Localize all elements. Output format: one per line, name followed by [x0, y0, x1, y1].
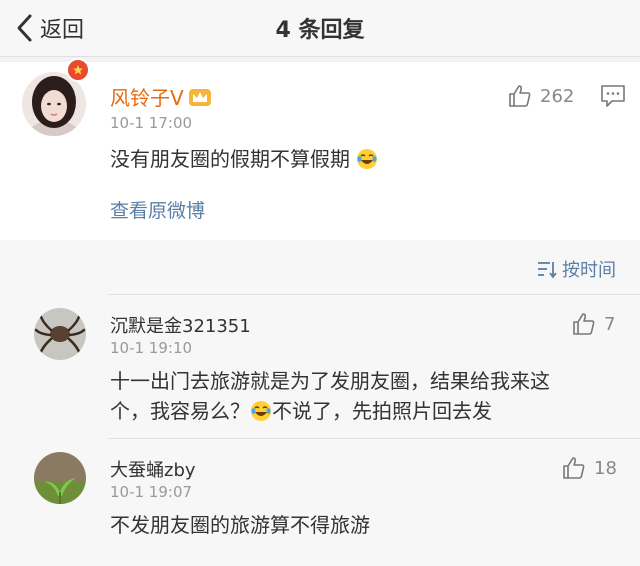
view-original-weibo-link[interactable]: 查看原微博 — [110, 196, 205, 223]
comment-text: 没有朋友圈的假期不算假期 — [110, 144, 378, 174]
reply-author[interactable]: 大蚕蛹zby — [110, 456, 196, 482]
reply-time: 10-1 19:10 — [110, 339, 193, 357]
reply-text-segment: 个，我容易么？ — [110, 399, 250, 423]
reply-text-segment: 不说了，先拍照片回去发 — [272, 399, 492, 423]
thumbs-up-icon — [509, 85, 531, 107]
sort-icon — [538, 262, 557, 279]
comment-author[interactable]: 风铃子V — [110, 82, 212, 111]
reply-text-line: 个，我容易么？ 不说了，先拍照片回去发 — [110, 396, 550, 426]
comment-time: 10-1 17:00 — [110, 114, 193, 132]
reply-text: 十一出门去旅游就是为了发朋友圈，结果给我来这 个，我容易么？ 不说了，先拍照片回… — [110, 366, 550, 426]
username[interactable]: 风铃子V — [110, 82, 184, 111]
like-button[interactable]: 262 — [508, 84, 574, 108]
reply-author[interactable]: 沉默是金321351 — [110, 312, 251, 338]
comment-text-body: 没有朋友圈的假期不算假期 — [110, 147, 350, 171]
thumbs-up-icon — [563, 457, 585, 479]
reply-button[interactable] — [600, 84, 626, 108]
nav-bar: 返回 4 条回复 — [0, 0, 640, 57]
like-button[interactable]: 18 — [562, 456, 617, 480]
page-title: 4 条回复 — [275, 18, 365, 43]
avatar[interactable] — [34, 308, 86, 360]
reply-time: 10-1 19:07 — [110, 483, 193, 501]
like-button[interactable]: 7 — [572, 312, 615, 336]
reply-text: 不发朋友圈的旅游算不得旅游 — [110, 513, 370, 537]
sort-label: 按时间 — [562, 260, 616, 281]
sort-by-time-button[interactable]: 按时间 — [536, 256, 616, 282]
avatar[interactable] — [34, 452, 86, 504]
divider — [108, 294, 640, 295]
like-count: 18 — [594, 457, 617, 479]
comment-icon — [601, 85, 625, 107]
crown-icon — [188, 88, 211, 106]
laugh-cry-emoji-icon — [251, 401, 271, 421]
laugh-cry-emoji-icon — [357, 149, 378, 169]
divider — [108, 438, 640, 439]
like-count: 262 — [540, 85, 575, 107]
verified-badge-icon — [66, 58, 90, 82]
thumbs-up-icon — [573, 313, 595, 335]
reply-text-line: 十一出门去旅游就是为了发朋友圈，结果给我来这 — [110, 369, 550, 393]
like-count: 7 — [604, 313, 616, 335]
